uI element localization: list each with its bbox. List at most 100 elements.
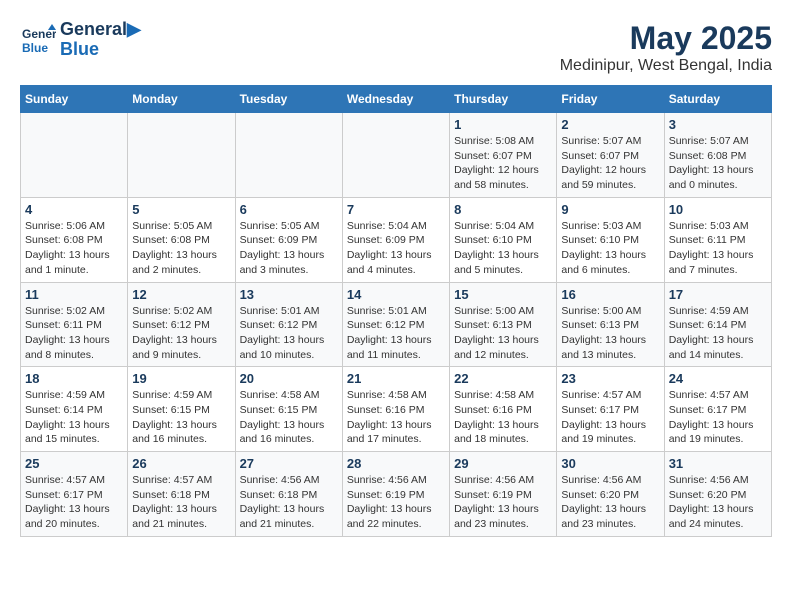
calendar-cell: 5Sunrise: 5:05 AMSunset: 6:08 PMDaylight… (128, 197, 235, 282)
calendar-cell: 4 Sunrise: 5:06 AMSunset: 6:08 PMDaylight… (21, 197, 128, 282)
weekday-header-thursday: Thursday (450, 86, 557, 113)
day-number: 28 (347, 456, 445, 471)
day-info: Sunrise: 4:57 AMSunset: 6:18 PMDaylight:… (132, 473, 230, 532)
calendar-week-4: 18 Sunrise: 4:59 AMSunset: 6:14 PMDayligh… (21, 367, 772, 452)
title-block: May 2025 Medinipur, West Bengal, India (560, 20, 772, 75)
calendar-cell (342, 113, 449, 198)
day-number: 17 (669, 287, 767, 302)
day-info: Sunrise: 4:56 AMSunset: 6:19 PMDaylight:… (454, 473, 552, 532)
weekday-header-wednesday: Wednesday (342, 86, 449, 113)
weekday-header-saturday: Saturday (664, 86, 771, 113)
weekday-header-tuesday: Tuesday (235, 86, 342, 113)
day-info: Sunrise: 5:05 AMSunset: 6:09 PMDaylight:… (240, 219, 338, 278)
calendar-week-5: 25Sunrise: 4:57 AMSunset: 6:17 PMDayligh… (21, 452, 772, 537)
calendar-cell (128, 113, 235, 198)
day-info: Sunrise: 4:57 AMSunset: 6:17 PMDaylight:… (669, 388, 767, 447)
calendar-cell: 23 Sunrise: 4:57 AMSunset: 6:17 PMDayligh… (557, 367, 664, 452)
logo-icon: General Blue (20, 22, 56, 58)
day-info: Sunrise: 5:00 AMSunset: 6:13 PMDaylight:… (561, 304, 659, 363)
logo: General Blue General▶ Blue (20, 20, 141, 60)
calendar-body: 1Sunrise: 5:08 AMSunset: 6:07 PMDaylight… (21, 113, 772, 537)
calendar-header: SundayMondayTuesdayWednesdayThursdayFrid… (21, 86, 772, 113)
weekday-header-friday: Friday (557, 86, 664, 113)
day-info: Sunrise: 5:07 AMSunset: 6:08 PMDaylight:… (669, 134, 767, 193)
day-info: Sunrise: 5:00 AMSunset: 6:13 PMDaylight:… (454, 304, 552, 363)
day-info: Sunrise: 4:59 AMSunset: 6:14 PMDaylight:… (25, 388, 123, 447)
calendar-cell: 21 Sunrise: 4:58 AMSunset: 6:16 PMDayligh… (342, 367, 449, 452)
weekday-header-monday: Monday (128, 86, 235, 113)
calendar-cell: 25Sunrise: 4:57 AMSunset: 6:17 PMDayligh… (21, 452, 128, 537)
day-info: Sunrise: 4:58 AMSunset: 6:16 PMDaylight:… (347, 388, 445, 447)
day-number: 2 (561, 117, 659, 132)
calendar-cell: 20Sunrise: 4:58 AMSunset: 6:15 PMDayligh… (235, 367, 342, 452)
day-number: 18 (25, 371, 123, 386)
day-info: Sunrise: 4:56 AMSunset: 6:20 PMDaylight:… (669, 473, 767, 532)
day-number: 24 (669, 371, 767, 386)
day-number: 10 (669, 202, 767, 217)
day-number: 23 (561, 371, 659, 386)
day-info: Sunrise: 4:56 AMSunset: 6:20 PMDaylight:… (561, 473, 659, 532)
day-info: Sunrise: 5:04 AMSunset: 6:10 PMDaylight:… (454, 219, 552, 278)
day-number: 19 (132, 371, 230, 386)
calendar-cell: 9 Sunrise: 5:03 AMSunset: 6:10 PMDaylight… (557, 197, 664, 282)
day-number: 4 (25, 202, 123, 217)
calendar-week-1: 1Sunrise: 5:08 AMSunset: 6:07 PMDaylight… (21, 113, 772, 198)
calendar-cell: 28Sunrise: 4:56 AMSunset: 6:19 PMDayligh… (342, 452, 449, 537)
day-info: Sunrise: 4:57 AMSunset: 6:17 PMDaylight:… (25, 473, 123, 532)
logo-line1: General▶ (60, 20, 141, 40)
day-info: Sunrise: 4:59 AMSunset: 6:15 PMDaylight:… (132, 388, 230, 447)
calendar-cell: 18 Sunrise: 4:59 AMSunset: 6:14 PMDayligh… (21, 367, 128, 452)
day-info: Sunrise: 5:02 AMSunset: 6:11 PMDaylight:… (25, 304, 123, 363)
logo-line2: Blue (60, 40, 141, 60)
day-info: Sunrise: 5:03 AMSunset: 6:11 PMDaylight:… (669, 219, 767, 278)
day-info: Sunrise: 4:56 AMSunset: 6:18 PMDaylight:… (240, 473, 338, 532)
calendar-cell (235, 113, 342, 198)
day-info: Sunrise: 5:05 AMSunset: 6:08 PMDaylight:… (132, 219, 230, 278)
calendar-cell: 15 Sunrise: 5:00 AMSunset: 6:13 PMDayligh… (450, 282, 557, 367)
calendar-cell: 31Sunrise: 4:56 AMSunset: 6:20 PMDayligh… (664, 452, 771, 537)
calendar-cell: 2 Sunrise: 5:07 AMSunset: 6:07 PMDaylight… (557, 113, 664, 198)
weekday-header-sunday: Sunday (21, 86, 128, 113)
weekday-header-row: SundayMondayTuesdayWednesdayThursdayFrid… (21, 86, 772, 113)
day-number: 16 (561, 287, 659, 302)
page-header: General Blue General▶ Blue May 2025 Medi… (20, 20, 772, 75)
day-number: 13 (240, 287, 338, 302)
day-number: 3 (669, 117, 767, 132)
calendar-cell: 14 Sunrise: 5:01 AMSunset: 6:12 PMDayligh… (342, 282, 449, 367)
calendar-cell: 8Sunrise: 5:04 AMSunset: 6:10 PMDaylight… (450, 197, 557, 282)
day-info: Sunrise: 5:02 AMSunset: 6:12 PMDaylight:… (132, 304, 230, 363)
calendar-cell: 11 Sunrise: 5:02 AMSunset: 6:11 PMDayligh… (21, 282, 128, 367)
day-number: 21 (347, 371, 445, 386)
day-info: Sunrise: 5:07 AMSunset: 6:07 PMDaylight:… (561, 134, 659, 193)
calendar-cell: 1Sunrise: 5:08 AMSunset: 6:07 PMDaylight… (450, 113, 557, 198)
calendar-week-2: 4 Sunrise: 5:06 AMSunset: 6:08 PMDaylight… (21, 197, 772, 282)
calendar-cell: 10 Sunrise: 5:03 AMSunset: 6:11 PMDayligh… (664, 197, 771, 282)
day-number: 29 (454, 456, 552, 471)
calendar-week-3: 11 Sunrise: 5:02 AMSunset: 6:11 PMDayligh… (21, 282, 772, 367)
day-number: 1 (454, 117, 552, 132)
calendar-cell: 29 Sunrise: 4:56 AMSunset: 6:19 PMDayligh… (450, 452, 557, 537)
day-info: Sunrise: 5:03 AMSunset: 6:10 PMDaylight:… (561, 219, 659, 278)
day-number: 30 (561, 456, 659, 471)
calendar-cell: 24 Sunrise: 4:57 AMSunset: 6:17 PMDayligh… (664, 367, 771, 452)
day-info: Sunrise: 4:58 AMSunset: 6:16 PMDaylight:… (454, 388, 552, 447)
day-info: Sunrise: 4:57 AMSunset: 6:17 PMDaylight:… (561, 388, 659, 447)
day-number: 6 (240, 202, 338, 217)
calendar-title: May 2025 (560, 20, 772, 57)
calendar-cell: 19 Sunrise: 4:59 AMSunset: 6:15 PMDayligh… (128, 367, 235, 452)
day-number: 15 (454, 287, 552, 302)
calendar-cell: 17Sunrise: 4:59 AMSunset: 6:14 PMDayligh… (664, 282, 771, 367)
day-number: 11 (25, 287, 123, 302)
day-info: Sunrise: 5:01 AMSunset: 6:12 PMDaylight:… (347, 304, 445, 363)
day-info: Sunrise: 5:06 AMSunset: 6:08 PMDaylight:… (25, 219, 123, 278)
day-number: 9 (561, 202, 659, 217)
day-number: 14 (347, 287, 445, 302)
calendar-cell: 27Sunrise: 4:56 AMSunset: 6:18 PMDayligh… (235, 452, 342, 537)
day-number: 22 (454, 371, 552, 386)
day-number: 7 (347, 202, 445, 217)
day-number: 12 (132, 287, 230, 302)
calendar-cell: 30 Sunrise: 4:56 AMSunset: 6:20 PMDayligh… (557, 452, 664, 537)
calendar-subtitle: Medinipur, West Bengal, India (560, 57, 772, 75)
calendar-cell: 13Sunrise: 5:01 AMSunset: 6:12 PMDayligh… (235, 282, 342, 367)
calendar-cell (21, 113, 128, 198)
